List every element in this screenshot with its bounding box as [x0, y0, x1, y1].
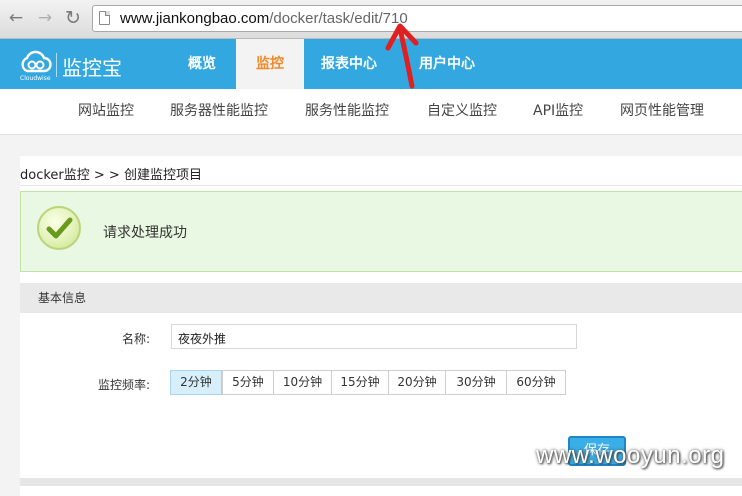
nav-monitor[interactable]: 监控: [236, 39, 304, 89]
section-title: 基本信息: [38, 291, 87, 305]
alert-message: 请求处理成功: [103, 225, 187, 241]
breadcrumb: docker监控 > > 创建监控项目: [20, 168, 202, 183]
logo-text: 监控宝: [62, 56, 122, 80]
success-alert: 请求处理成功: [20, 191, 742, 272]
subnav-webperf[interactable]: 网页性能管理: [620, 100, 704, 120]
freq-option-5min[interactable]: 5分钟: [222, 370, 274, 395]
nav-user-center[interactable]: 用户中心: [404, 39, 490, 89]
logo-divider: [56, 53, 57, 77]
subnav-website[interactable]: 网站监控: [78, 100, 134, 120]
subnav-server[interactable]: 服务器性能监控: [170, 100, 268, 120]
url-path: /docker/task/edit/710: [269, 10, 408, 27]
back-icon[interactable]: ←: [6, 8, 26, 28]
forward-icon[interactable]: →: [35, 8, 55, 28]
subnav-custom[interactable]: 自定义监控: [427, 100, 497, 120]
freq-option-2min[interactable]: 2分钟: [170, 370, 222, 395]
browser-toolbar: ← → ↻ www.jiankongbao.com/docker/task/ed…: [0, 0, 742, 39]
sub-nav: 网站监控 服务器性能监控 服务性能监控 自定义监控 API监控 网页性能管理: [0, 89, 742, 135]
subnav-service[interactable]: 服务性能监控: [305, 100, 389, 120]
breadcrumb-divider: [20, 185, 742, 186]
subnav-api[interactable]: API监控: [533, 100, 583, 120]
watermark: www.wooyun.org: [536, 442, 725, 469]
page-icon: [99, 11, 110, 25]
url-host: www.jiankongbao.com: [120, 10, 270, 27]
freq-option-20min[interactable]: 20分钟: [388, 370, 446, 395]
freq-option-15min[interactable]: 15分钟: [331, 370, 389, 395]
cloud-logo-icon: [21, 50, 52, 73]
nav-reports[interactable]: 报表中心: [308, 39, 390, 89]
name-label: 名称:: [122, 332, 151, 346]
url-text: www.jiankongbao.com/docker/task/edit/710: [120, 10, 408, 27]
frequency-label: 监控频率:: [98, 378, 151, 392]
logo[interactable]: Cloudwise 监控宝: [18, 47, 148, 83]
freq-option-10min[interactable]: 10分钟: [273, 370, 332, 395]
nav-overview[interactable]: 概览: [170, 39, 234, 89]
reload-icon[interactable]: ↻: [63, 8, 83, 28]
check-icon: [37, 206, 81, 250]
section-header: 基本信息: [20, 283, 742, 313]
name-input[interactable]: 夜夜外推: [171, 324, 577, 349]
freq-option-30min[interactable]: 30分钟: [445, 370, 507, 395]
address-bar[interactable]: www.jiankongbao.com/docker/task/edit/710: [92, 5, 742, 32]
logo-subtext: Cloudwise: [20, 75, 51, 82]
site-header: Cloudwise 监控宝 概览 监控 报表中心 用户中心: [0, 39, 742, 89]
freq-option-60min[interactable]: 60分钟: [506, 370, 566, 395]
